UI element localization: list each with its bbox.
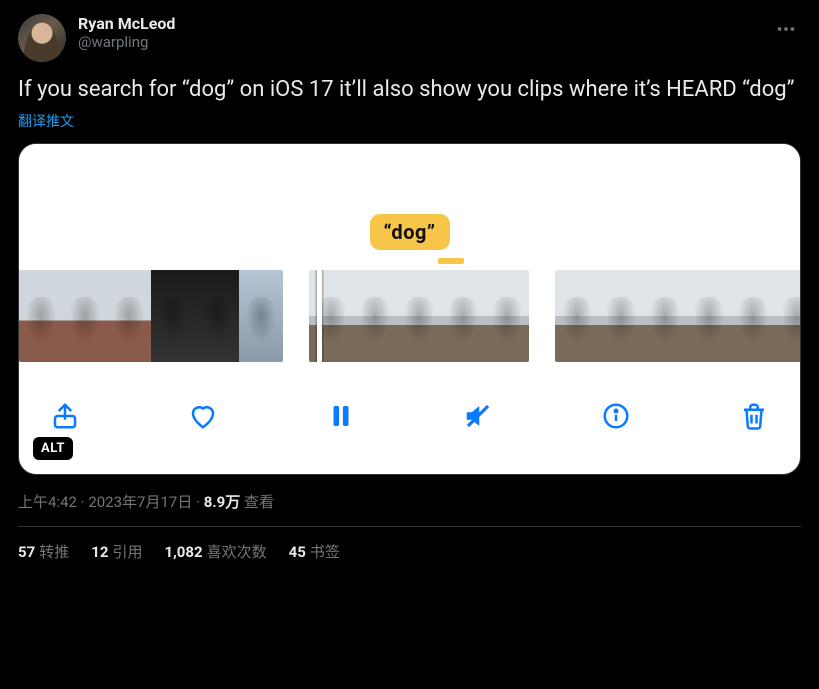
heart-icon[interactable] <box>185 398 221 434</box>
search-tag: “dog” <box>369 214 449 250</box>
time[interactable]: 上午4:42 <box>18 493 77 511</box>
more-icon[interactable] <box>771 14 801 48</box>
share-icon[interactable] <box>47 398 83 434</box>
views-count: 8.9万 <box>204 493 241 511</box>
tweet-header: Ryan McLeod @warpling <box>18 14 801 62</box>
tweet-text: If you search for “dog” on iOS 17 it’ll … <box>18 76 801 105</box>
quotes-stat[interactable]: 12引用 <box>91 541 142 562</box>
thumbnail <box>19 270 63 362</box>
display-name: Ryan McLeod <box>78 14 759 33</box>
clip-3[interactable] <box>555 270 800 362</box>
thumbnail <box>441 270 485 362</box>
clip-1[interactable] <box>19 270 283 362</box>
timeline-strip[interactable] <box>19 270 800 362</box>
media-card[interactable]: “dog” <box>18 143 801 475</box>
thumbnail <box>485 270 529 362</box>
date[interactable]: 2023年7月17日 <box>88 493 192 511</box>
likes-stat[interactable]: 1,082喜欢次数 <box>164 541 266 562</box>
thumbnail <box>643 270 687 362</box>
thumbnail <box>107 270 151 362</box>
alt-badge[interactable]: ALT <box>33 437 73 460</box>
trash-icon[interactable] <box>736 398 772 434</box>
thumbnail <box>687 270 731 362</box>
thumbnail <box>309 270 353 362</box>
retweets-stat[interactable]: 57转推 <box>18 541 69 562</box>
media-top: “dog” <box>19 144 800 244</box>
thumbnail <box>195 270 239 362</box>
thumbnail <box>63 270 107 362</box>
media-toolbar <box>19 386 800 446</box>
info-icon[interactable] <box>598 398 634 434</box>
thumbnail <box>353 270 397 362</box>
clip-2[interactable] <box>309 270 529 362</box>
translate-link[interactable]: 翻译推文 <box>18 111 801 131</box>
handle: @warpling <box>78 33 759 51</box>
bookmarks-stat[interactable]: 45书签 <box>289 541 340 562</box>
mute-icon[interactable] <box>460 398 496 434</box>
thumbnail <box>599 270 643 362</box>
tweet-stats: 57转推 12引用 1,082喜欢次数 45书签 <box>18 527 801 562</box>
thumbnail <box>151 270 195 362</box>
tweet-meta: 上午4:42 · 2023年7月17日 · 8.9万 查看 <box>18 491 801 527</box>
playhead-marker <box>438 258 464 264</box>
author-names[interactable]: Ryan McLeod @warpling <box>78 14 759 51</box>
pause-icon[interactable] <box>323 398 359 434</box>
thumbnail <box>775 270 800 362</box>
tweet: Ryan McLeod @warpling If you search for … <box>0 0 819 570</box>
avatar[interactable] <box>18 14 66 62</box>
thumbnail <box>239 270 283 362</box>
views-label: 查看 <box>240 493 274 511</box>
thumbnail <box>555 270 599 362</box>
thumbnail <box>731 270 775 362</box>
thumbnail <box>397 270 441 362</box>
